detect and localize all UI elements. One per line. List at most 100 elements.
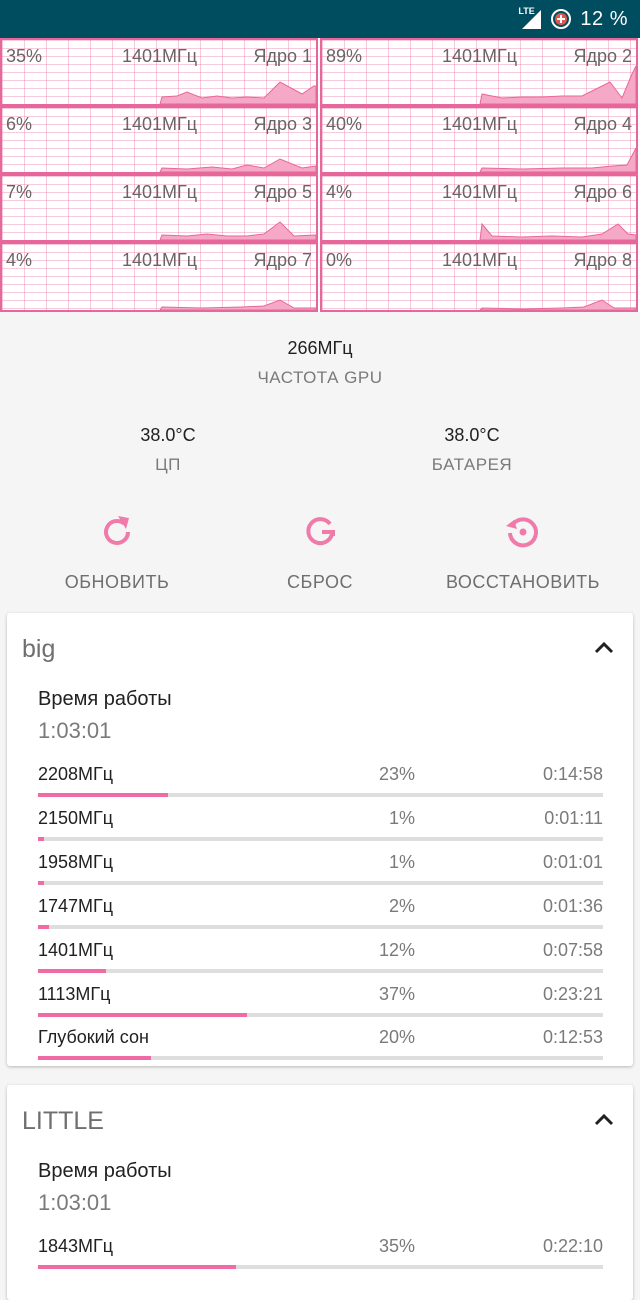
network-label: LTE — [518, 6, 535, 16]
frequency-percent: 37% — [378, 984, 415, 1004]
frequency-progress-fill — [38, 1265, 236, 1269]
reset-button[interactable]: СБРОС — [215, 512, 425, 602]
core-load-graph — [159, 299, 316, 310]
cluster-title: LITTLE — [22, 1107, 104, 1135]
uptime-value: 1:03:01 — [38, 718, 112, 743]
frequency-time: 0:22:10 — [542, 1236, 603, 1256]
restore-button[interactable]: ВОССТАНОВИТЬ — [418, 512, 628, 602]
chevron-up-icon[interactable] — [593, 639, 615, 655]
cpu-temperature-label: ЦП — [155, 455, 181, 474]
core-load: 4% — [6, 250, 33, 270]
frequency-progress-fill — [38, 1013, 248, 1017]
gpu-frequency-value: 266МГц — [287, 338, 353, 358]
uptime-label: Время работы — [38, 1160, 172, 1182]
status-icons: LTE 12 % — [518, 0, 628, 38]
chevron-up-icon[interactable] — [593, 1111, 615, 1127]
frequency-percent: 20% — [378, 1027, 415, 1047]
frequency-percent: 12% — [378, 940, 415, 960]
frequency-row: 2150МГц 1% 0:01:11 — [38, 808, 603, 852]
frequency-progress-track — [38, 1056, 603, 1060]
core-graph-5: 7% 1401МГц Ядро 5 — [0, 174, 318, 242]
core-load-graph — [479, 299, 636, 310]
frequency-time: 0:07:58 — [542, 940, 603, 960]
cluster-title: big — [22, 635, 56, 663]
gpu-frequency-label: ЧАСТОТА GPU — [257, 368, 383, 387]
core-graph-8: 0% 1401МГц Ядро 8 — [320, 242, 638, 312]
frequency-time: 0:14:58 — [542, 764, 603, 784]
frequency-row: 1843МГц 35% 0:22:10 — [38, 1236, 603, 1280]
frequency-label: Глубокий сон — [38, 1027, 149, 1047]
core-load-graph — [479, 222, 636, 240]
frequency-progress-track — [38, 881, 603, 885]
core-graph-3: 6% 1401МГц Ядро 3 — [0, 106, 318, 174]
core-load-graph — [479, 147, 636, 172]
frequency-label: 1113МГц — [38, 984, 111, 1004]
core-load-graph — [159, 221, 316, 240]
frequency-label: 1843МГц — [38, 1236, 114, 1256]
core-graph-4: 40% 1401МГц Ядро 4 — [320, 106, 638, 174]
frequency-row: Глубокий сон 20% 0:12:53 — [38, 1027, 603, 1071]
uptime-value: 1:03:01 — [38, 1190, 112, 1215]
core-graph-2: 89% 1401МГц Ядро 2 — [320, 38, 638, 106]
core-graph-1: 35% 1401МГц Ядро 1 — [0, 38, 318, 106]
cpu-cores-grid: 35% 1401МГц Ядро 1 89% 1401МГц Ядро 2 6%… — [0, 38, 640, 312]
little-cluster-card: LITTLE Время работы 1:03:01 1843МГц 35% … — [7, 1085, 633, 1300]
reset-icon — [306, 517, 335, 546]
status-bar: LTE 12 % — [0, 0, 640, 38]
core-frequency: 1401МГц — [122, 250, 198, 270]
restore-icon — [506, 517, 538, 548]
core-load: 0% — [326, 250, 353, 270]
frequency-percent: 1% — [388, 808, 415, 828]
frequency-percent: 2% — [388, 896, 415, 916]
frequency-row: 1958МГц 1% 0:01:01 — [38, 852, 603, 896]
frequency-progress-track — [38, 1265, 603, 1269]
core-name: Ядро 8 — [573, 250, 632, 270]
frequency-progress-fill — [38, 793, 168, 797]
cpu-temperature-value: 38.0°C — [140, 425, 196, 445]
frequency-percent: 23% — [378, 764, 415, 784]
refresh-button[interactable]: ОБНОВИТЬ — [12, 512, 222, 602]
frequency-progress-fill — [38, 1056, 151, 1060]
frequency-label: 2208МГц — [38, 764, 114, 784]
core-load-graph — [159, 158, 316, 172]
frequency-label: 1958МГц — [38, 852, 114, 872]
frequency-row: 1113МГц 37% 0:23:21 — [38, 984, 603, 1028]
frequency-label: 1401МГц — [38, 940, 114, 960]
core-load-graph — [479, 65, 636, 104]
refresh-icon — [104, 516, 130, 545]
uptime-label: Время работы — [38, 688, 172, 710]
big-cluster-card: big Время работы 1:03:01 2208МГц 23% 0:1… — [7, 613, 633, 1066]
restore-label: ВОССТАНОВИТЬ — [446, 572, 600, 592]
core-name: Ядро 7 — [253, 250, 312, 270]
frequency-time: 0:23:21 — [542, 984, 603, 1004]
lte-signal-icon: LTE — [518, 6, 542, 30]
core-load-graph — [159, 81, 316, 104]
frequency-progress-track — [38, 793, 603, 797]
battery-temperature-label: БАТАРЕЯ — [431, 455, 513, 474]
battery-saver-icon — [551, 9, 572, 29]
battery-percentage: 12 % — [580, 7, 628, 30]
frequency-percent: 1% — [388, 852, 415, 872]
core-frequency: 1401МГц — [442, 250, 518, 270]
frequency-row: 1401МГц 12% 0:07:58 — [38, 940, 603, 984]
frequency-label: 2150МГц — [38, 808, 114, 828]
frequency-progress-fill — [38, 837, 44, 841]
frequency-row: 2208МГц 23% 0:14:58 — [38, 764, 603, 808]
frequency-time: 0:01:01 — [542, 852, 603, 872]
core-graph-7: 4% 1401МГц Ядро 7 — [0, 242, 318, 312]
frequency-progress-track — [38, 969, 603, 973]
frequency-percent: 35% — [378, 1236, 415, 1256]
frequency-progress-fill — [38, 925, 50, 929]
frequency-time: 0:01:36 — [542, 896, 603, 916]
frequency-progress-fill — [38, 969, 106, 973]
core-graph-6: 4% 1401МГц Ядро 6 — [320, 174, 638, 242]
frequency-row: 1747МГц 2% 0:01:36 — [38, 896, 603, 940]
reset-label: СБРОС — [287, 572, 353, 592]
refresh-label: ОБНОВИТЬ — [64, 572, 170, 592]
frequency-label: 1747МГц — [38, 896, 114, 916]
frequency-progress-track — [38, 837, 603, 841]
frequency-progress-fill — [38, 881, 44, 885]
frequency-time: 0:12:53 — [542, 1027, 603, 1047]
frequency-time: 0:01:11 — [544, 808, 603, 828]
frequency-progress-track — [38, 1013, 603, 1017]
